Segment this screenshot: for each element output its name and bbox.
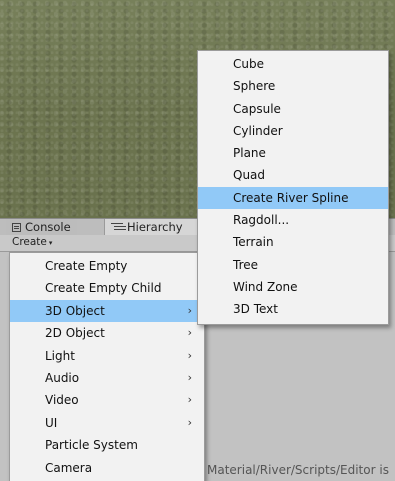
menu-item-particle-system[interactable]: Particle System — [10, 434, 204, 456]
submenu-item-cylinder[interactable]: Cylinder — [198, 120, 388, 142]
menu-item-create-empty-child[interactable]: Create Empty Child — [10, 277, 204, 299]
create-label: Create — [12, 236, 47, 248]
tab-hierarchy[interactable]: Hierarchy — [104, 219, 210, 235]
menu-item-label: Create River Spline — [233, 190, 349, 205]
chevron-down-icon: ▾ — [48, 239, 53, 247]
menu-item-label: Ragdoll... — [233, 213, 290, 228]
menu-item-label: Create Empty — [45, 259, 128, 273]
submenu-item-ragdoll[interactable]: Ragdoll... — [198, 209, 388, 231]
menu-item-2d-object[interactable]: 2D Object › — [10, 322, 204, 344]
menu-item-label: Particle System — [45, 438, 138, 453]
menu-item-label: Video — [45, 393, 79, 408]
status-message: Material/River/Scripts/Editor is — [205, 461, 395, 480]
menu-item-camera[interactable]: Camera — [10, 457, 204, 479]
menu-item-label: Tree — [233, 257, 259, 272]
hierarchy-icon — [111, 222, 123, 232]
menu-item-label: Create Empty Child — [45, 281, 162, 296]
chevron-right-icon: › — [187, 303, 192, 317]
submenu-item-tree[interactable]: Tree — [198, 254, 388, 276]
menu-item-label: Light — [45, 348, 75, 363]
chevron-right-icon: › — [187, 393, 192, 407]
menu-item-create-empty[interactable]: Create Empty — [10, 255, 204, 277]
menu-item-label: Cube — [233, 57, 264, 71]
menu-item-label: Sphere — [233, 79, 276, 94]
menu-item-label: Capsule — [233, 101, 281, 116]
menu-item-audio[interactable]: Audio › — [10, 367, 204, 389]
menu-item-label: Quad — [233, 168, 266, 183]
menu-item-label: Plane — [233, 146, 266, 161]
submenu-item-cube[interactable]: Cube — [198, 53, 388, 75]
chevron-right-icon: › — [187, 415, 192, 429]
submenu-item-quad[interactable]: Quad — [198, 164, 388, 186]
menu-item-label: Camera — [45, 460, 93, 475]
menu-item-label: 2D Object — [45, 326, 105, 341]
menu-item-label: Audio — [45, 370, 80, 385]
menu-item-label: Wind Zone — [233, 279, 298, 294]
submenu-item-3d-text[interactable]: 3D Text — [198, 298, 388, 320]
tab-console[interactable]: Console — [6, 219, 77, 235]
submenu-item-sphere[interactable]: Sphere — [198, 75, 388, 97]
tab-console-label: Console — [25, 220, 71, 234]
menu-item-light[interactable]: Light › — [10, 345, 204, 367]
submenu-item-capsule[interactable]: Capsule — [198, 98, 388, 120]
submenu-item-create-river-spline[interactable]: Create River Spline — [198, 186, 388, 210]
menu-item-label: 3D Text — [233, 302, 278, 317]
create-dropdown-button[interactable]: Create ▾ — [8, 236, 56, 249]
menu-item-label: 3D Object — [45, 303, 105, 318]
menu-item-video[interactable]: Video › — [10, 389, 204, 411]
menu-item-3d-object[interactable]: 3D Object › — [10, 299, 204, 323]
submenu-item-wind-zone[interactable]: Wind Zone — [198, 276, 388, 298]
menu-item-label: Terrain — [233, 235, 274, 250]
chevron-right-icon: › — [187, 326, 192, 340]
console-icon — [12, 222, 21, 232]
menu-item-ui[interactable]: UI › — [10, 412, 204, 434]
submenu-item-plane[interactable]: Plane — [198, 142, 388, 164]
3d-object-submenu: Cube Sphere Capsule Cylinder Plane Quad Create… — [197, 50, 389, 325]
chevron-right-icon: › — [187, 348, 192, 362]
menu-item-label: Cylinder — [233, 123, 283, 138]
tab-hierarchy-label: Hierarchy — [127, 220, 183, 234]
create-context-menu: Create Empty Create Empty Child 3D Object ›… — [9, 252, 205, 481]
chevron-right-icon: › — [187, 370, 192, 384]
submenu-item-terrain[interactable]: Terrain — [198, 231, 388, 253]
menu-item-label: UI — [45, 415, 58, 430]
